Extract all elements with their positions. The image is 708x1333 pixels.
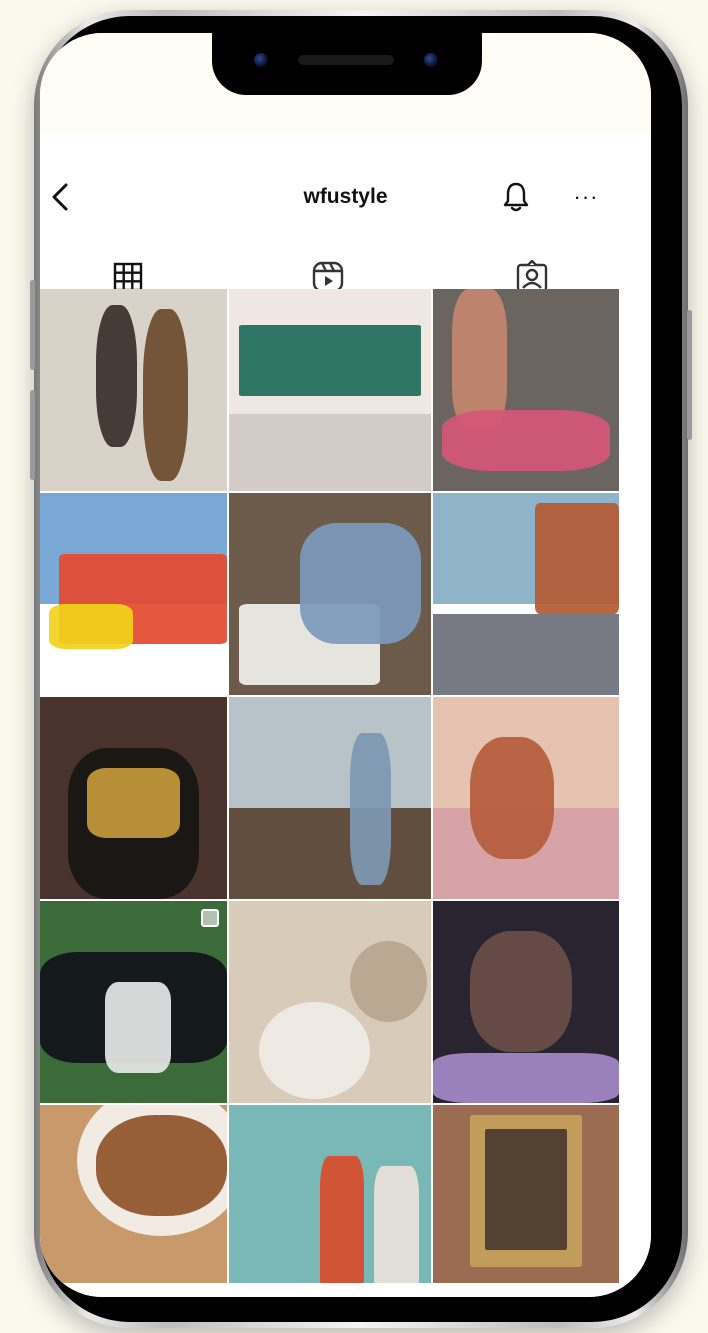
more-horizontal-icon: ··· xyxy=(573,184,599,209)
profile-username: wfustyle xyxy=(303,185,388,208)
photo-region xyxy=(259,1002,371,1099)
front-sensor xyxy=(424,53,438,67)
post-thumbnail[interactable] xyxy=(433,1105,619,1297)
photo-region xyxy=(86,767,181,839)
post-thumbnail[interactable] xyxy=(433,493,619,695)
post-thumbnail[interactable] xyxy=(433,901,619,1103)
post-thumbnail[interactable] xyxy=(229,493,431,695)
photo-region xyxy=(105,981,171,1073)
photo-region xyxy=(229,808,431,899)
front-camera xyxy=(254,53,268,67)
bell-icon xyxy=(503,182,529,212)
phone-side-button xyxy=(30,390,35,480)
photo-region xyxy=(470,931,573,1053)
phone-side-button xyxy=(687,310,692,440)
grid-icon xyxy=(113,262,143,292)
photo-region xyxy=(535,503,619,615)
screen-bottom xyxy=(40,1283,651,1297)
photo-region xyxy=(350,733,391,885)
profile-header: wfustyle ··· xyxy=(40,169,651,225)
photo-region xyxy=(229,414,431,491)
photo-region xyxy=(451,289,508,431)
photo-region xyxy=(470,737,554,859)
post-thumbnail[interactable] xyxy=(40,697,227,899)
more-options-button[interactable]: ··· xyxy=(566,177,606,217)
post-thumbnail[interactable] xyxy=(40,901,227,1103)
photo-region xyxy=(485,1129,567,1251)
post-thumbnail[interactable] xyxy=(229,697,431,899)
post-thumbnail[interactable] xyxy=(229,289,431,491)
notifications-button[interactable] xyxy=(496,177,536,217)
photo-region xyxy=(374,1165,419,1297)
photo-region xyxy=(319,1155,365,1297)
phone-screen: wfustyle ··· xyxy=(40,33,651,1297)
post-thumbnail[interactable] xyxy=(40,1105,227,1297)
post-thumbnail[interactable] xyxy=(229,901,431,1103)
photo-region xyxy=(239,325,421,397)
photo-region xyxy=(350,941,427,1023)
post-thumbnail[interactable] xyxy=(40,289,227,491)
phone-side-button xyxy=(30,280,35,370)
photo-region xyxy=(49,604,134,649)
post-thumbnail[interactable] xyxy=(229,1105,431,1297)
post-thumbnail[interactable] xyxy=(433,289,619,491)
photo-region xyxy=(96,1115,227,1217)
photo-region xyxy=(433,1052,619,1103)
earpiece-speaker xyxy=(298,55,394,65)
post-thumbnail[interactable] xyxy=(40,493,227,695)
photo-region xyxy=(442,410,610,471)
photo-region xyxy=(433,614,619,695)
photo-region xyxy=(299,523,421,645)
carousel-icon xyxy=(201,909,219,927)
phone-notch xyxy=(212,33,482,95)
post-grid xyxy=(40,289,651,1297)
post-thumbnail[interactable] xyxy=(433,697,619,899)
photo-region xyxy=(96,305,138,447)
photo-region xyxy=(142,309,188,481)
